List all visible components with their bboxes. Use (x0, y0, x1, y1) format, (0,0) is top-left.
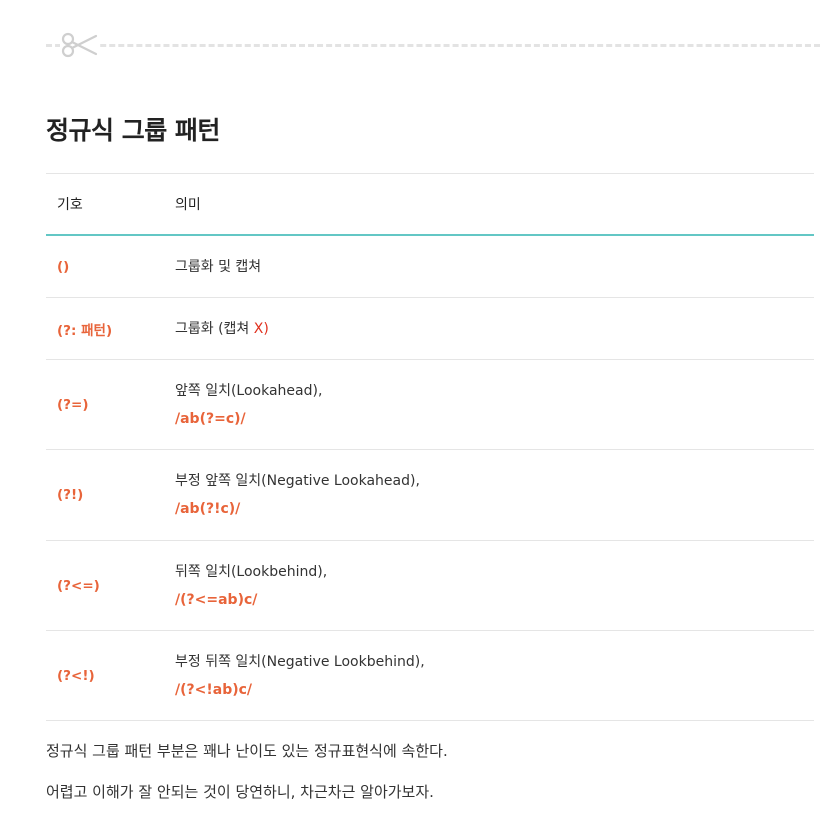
row-example: /ab(?=c)/ (175, 410, 246, 427)
header-meaning: 의미 (175, 197, 201, 213)
row-description: 부정 뒤쪽 일치(Negative Lookbehind), (175, 653, 425, 670)
row-description-text: 그룹화 (캡쳐 (175, 320, 254, 337)
table-header: 기호 의미 (46, 174, 814, 236)
row-description: 그룹화 (캡쳐 X) (175, 319, 814, 339)
table-row: () 그룹화 및 캡쳐 (46, 236, 814, 298)
regex-group-table: 기호 의미 () 그룹화 및 캡쳐 (?: 패턴) 그룹화 (캡쳐 X) (?=… (46, 173, 814, 721)
row-symbol: (?<!) (57, 667, 95, 684)
row-description: 뒤쪽 일치(Lookbehind), (175, 563, 328, 580)
scissors-icon (60, 30, 100, 60)
table-row: (?!) 부정 앞쪽 일치(Negative Lookahead), /ab(?… (46, 450, 814, 541)
row-symbol: (?!) (57, 487, 84, 503)
row-symbol: () (57, 258, 70, 275)
table-row: (?: 패턴) 그룹화 (캡쳐 X) (46, 298, 814, 360)
row-description-highlight: X) (253, 320, 269, 337)
row-symbol: (?: 패턴) (57, 322, 113, 339)
row-meaning: 뒤쪽 일치(Lookbehind), /(?<=ab)c/ (175, 562, 814, 610)
table-row: (?=) 앞쪽 일치(Lookahead), /ab(?=c)/ (46, 360, 814, 450)
section-title: 정규식 그룹 패턴 (46, 116, 220, 145)
table-row: (?<=) 뒤쪽 일치(Lookbehind), /(?<=ab)c/ (46, 541, 814, 631)
body-paragraph: 정규식 그룹 패턴 부분은 꽤나 난이도 있는 정규표현식에 속한다. (46, 742, 448, 760)
table-row: (?<!) 부정 뒤쪽 일치(Negative Lookbehind), /(?… (46, 631, 814, 721)
row-example: /(?<!ab)c/ (175, 681, 253, 698)
row-description: 앞쪽 일치(Lookahead), (175, 382, 323, 399)
row-description: 부정 앞쪽 일치(Negative Lookahead), (175, 473, 420, 489)
section-divider (46, 44, 820, 51)
row-example: /(?<=ab)c/ (175, 591, 258, 608)
row-meaning: 부정 앞쪽 일치(Negative Lookahead), /ab(?!c)/ (175, 471, 814, 519)
row-symbol: (?=) (57, 396, 89, 413)
header-symbol: 기호 (57, 197, 83, 213)
row-example: /ab(?!c)/ (175, 501, 241, 517)
row-meaning: 부정 뒤쪽 일치(Negative Lookbehind), /(?<!ab)c… (175, 652, 814, 700)
row-meaning: 앞쪽 일치(Lookahead), /ab(?=c)/ (175, 381, 814, 429)
body-paragraph: 어렵고 이해가 잘 안되는 것이 당연하니, 차근차근 알아가보자. (46, 783, 434, 801)
row-symbol: (?<=) (57, 577, 100, 594)
row-description: 그룹화 및 캡쳐 (175, 258, 262, 275)
